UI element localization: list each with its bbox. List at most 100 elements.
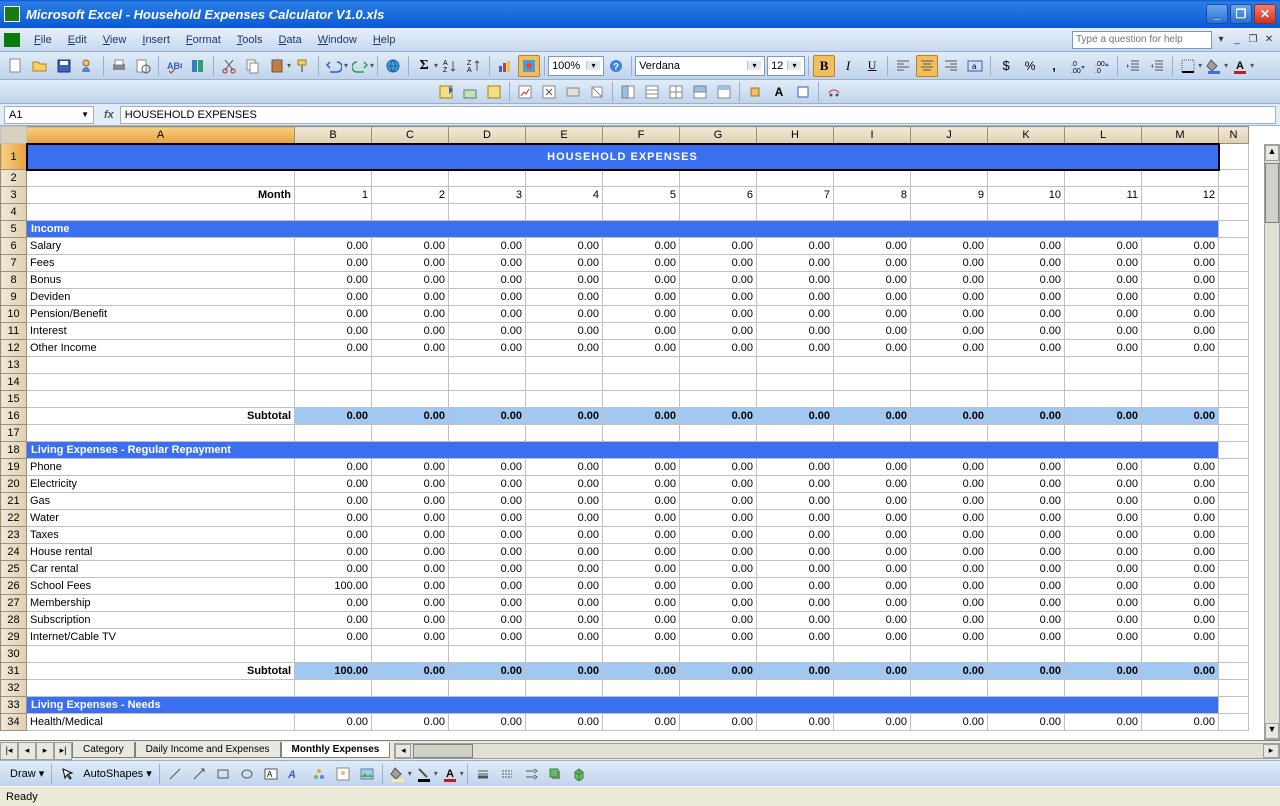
cell[interactable] [1142,204,1219,221]
column-header[interactable]: E [526,127,603,144]
value-cell[interactable]: 0.00 [680,340,757,357]
value-cell[interactable]: 0.00 [757,595,834,612]
value-cell[interactable]: 0.00 [757,544,834,561]
value-cell[interactable]: 0.00 [526,493,603,510]
value-cell[interactable]: 0.00 [680,629,757,646]
spelling-button[interactable]: ABC [163,55,185,77]
cell[interactable] [526,204,603,221]
value-cell[interactable]: 0.00 [372,595,449,612]
value-cell[interactable]: 0.00 [1065,629,1142,646]
cell[interactable] [1142,646,1219,663]
paste-button[interactable] [266,55,288,77]
row-header[interactable]: 16 [1,408,27,425]
cell[interactable] [526,357,603,374]
value-cell[interactable]: 0.00 [603,323,680,340]
cell[interactable] [603,646,680,663]
cell[interactable] [449,170,526,187]
spreadsheet-grid[interactable]: ABCDEFGHIJKLMN1HOUSEHOLD EXPENSES23Month… [0,126,1280,740]
value-cell[interactable]: 0.00 [988,714,1065,731]
value-cell[interactable]: 0.00 [449,714,526,731]
month-number-cell[interactable]: 11 [1065,187,1142,204]
value-cell[interactable]: 0.00 [372,578,449,595]
tb2-btn-4[interactable] [514,81,536,103]
clipart-button[interactable] [332,763,354,785]
row-header[interactable]: 33 [1,697,27,714]
item-label-cell[interactable]: Taxes [27,527,295,544]
subtotal-value-cell[interactable]: 0.00 [834,408,911,425]
value-cell[interactable]: 0.00 [834,595,911,612]
tab-nav-next[interactable]: ▸ [36,742,54,760]
decrease-decimal-button[interactable]: .00.0 [1091,55,1113,77]
cell[interactable] [757,204,834,221]
value-cell[interactable]: 0.00 [372,561,449,578]
tb2-btn-13[interactable] [744,81,766,103]
row-header[interactable]: 4 [1,204,27,221]
font-name-combo[interactable]: Verdana▾ [635,56,765,76]
value-cell[interactable]: 0.00 [372,493,449,510]
tb2-btn-11[interactable] [689,81,711,103]
menu-help[interactable]: Help [365,31,404,49]
value-cell[interactable]: 0.00 [834,340,911,357]
value-cell[interactable]: 0.00 [372,289,449,306]
zoom-combo[interactable]: 100%▾ [548,56,604,76]
cell[interactable] [372,680,449,697]
value-cell[interactable]: 0.00 [295,561,372,578]
font-color-draw-button[interactable]: A [439,763,461,785]
value-cell[interactable]: 0.00 [295,289,372,306]
cell[interactable] [680,374,757,391]
cell[interactable] [834,646,911,663]
value-cell[interactable]: 0.00 [834,306,911,323]
cell[interactable] [603,170,680,187]
value-cell[interactable]: 0.00 [680,255,757,272]
value-cell[interactable]: 0.00 [526,612,603,629]
value-cell[interactable]: 0.00 [988,612,1065,629]
cut-button[interactable] [218,55,240,77]
value-cell[interactable]: 0.00 [295,238,372,255]
value-cell[interactable]: 0.00 [372,272,449,289]
value-cell[interactable]: 0.00 [1065,561,1142,578]
value-cell[interactable]: 0.00 [757,510,834,527]
cell[interactable] [449,646,526,663]
item-label-cell[interactable]: Subscription [27,612,295,629]
cell[interactable] [1065,425,1142,442]
value-cell[interactable]: 0.00 [680,578,757,595]
item-label-cell[interactable]: School Fees [27,578,295,595]
value-cell[interactable]: 0.00 [911,340,988,357]
value-cell[interactable]: 0.00 [911,527,988,544]
value-cell[interactable]: 0.00 [988,578,1065,595]
value-cell[interactable]: 0.00 [603,238,680,255]
value-cell[interactable]: 0.00 [988,493,1065,510]
value-cell[interactable]: 0.00 [295,476,372,493]
value-cell[interactable]: 0.00 [1142,544,1219,561]
value-cell[interactable]: 0.00 [372,527,449,544]
cell[interactable] [911,425,988,442]
row-header[interactable]: 19 [1,459,27,476]
permission-button[interactable] [77,55,99,77]
value-cell[interactable]: 0.00 [603,612,680,629]
cell[interactable] [757,170,834,187]
draw-menu[interactable]: Draw ▾ [6,765,48,782]
subtotal-value-cell[interactable]: 0.00 [1065,663,1142,680]
value-cell[interactable]: 0.00 [603,289,680,306]
subtotal-value-cell[interactable]: 0.00 [603,663,680,680]
column-header[interactable]: N [1219,127,1249,144]
value-cell[interactable]: 0.00 [988,476,1065,493]
column-header[interactable]: G [680,127,757,144]
value-cell[interactable]: 0.00 [911,306,988,323]
value-cell[interactable]: 0.00 [603,306,680,323]
row-header[interactable]: 7 [1,255,27,272]
row-header[interactable]: 12 [1,340,27,357]
value-cell[interactable]: 0.00 [526,238,603,255]
item-label-cell[interactable]: Deviden [27,289,295,306]
cell[interactable] [1065,204,1142,221]
item-label-cell[interactable]: Gas [27,493,295,510]
value-cell[interactable]: 0.00 [680,527,757,544]
value-cell[interactable]: 0.00 [449,459,526,476]
align-center-button[interactable] [916,55,938,77]
tb2-btn-15[interactable] [792,81,814,103]
row-header[interactable]: 3 [1,187,27,204]
picture-button[interactable] [356,763,378,785]
value-cell[interactable]: 0.00 [834,527,911,544]
new-button[interactable] [5,55,27,77]
fx-icon[interactable]: fx [104,109,114,121]
